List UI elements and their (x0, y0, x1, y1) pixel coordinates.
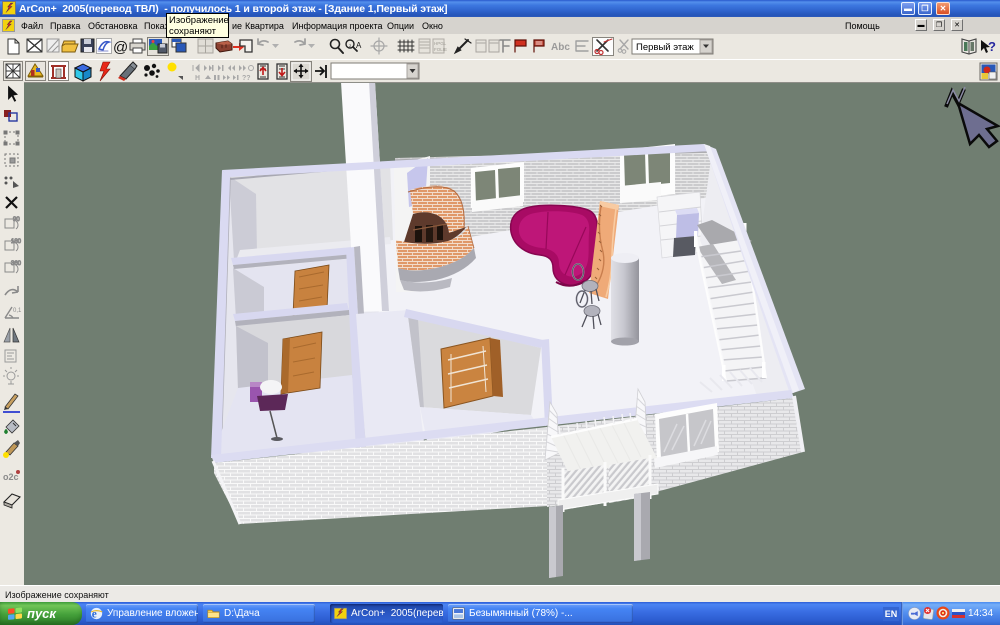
svg-text:A: A (356, 41, 362, 50)
svg-text:?: ? (988, 39, 996, 54)
svg-text:HPGL: HPGL (434, 41, 447, 46)
svg-text:??: ?? (242, 75, 251, 82)
svg-text:o2c: o2c (3, 472, 19, 482)
svg-text:Abc: Abc (551, 42, 570, 53)
svg-text:180: 180 (11, 239, 22, 245)
svg-text:0,1: 0,1 (13, 308, 22, 314)
svg-text:Первый этаж: Первый этаж (636, 42, 694, 53)
svg-text:90: 90 (13, 217, 20, 223)
svg-text:FOLIE: FOLIE (434, 47, 447, 52)
svg-text:@: @ (113, 39, 128, 56)
svg-text:360: 360 (11, 261, 22, 267)
